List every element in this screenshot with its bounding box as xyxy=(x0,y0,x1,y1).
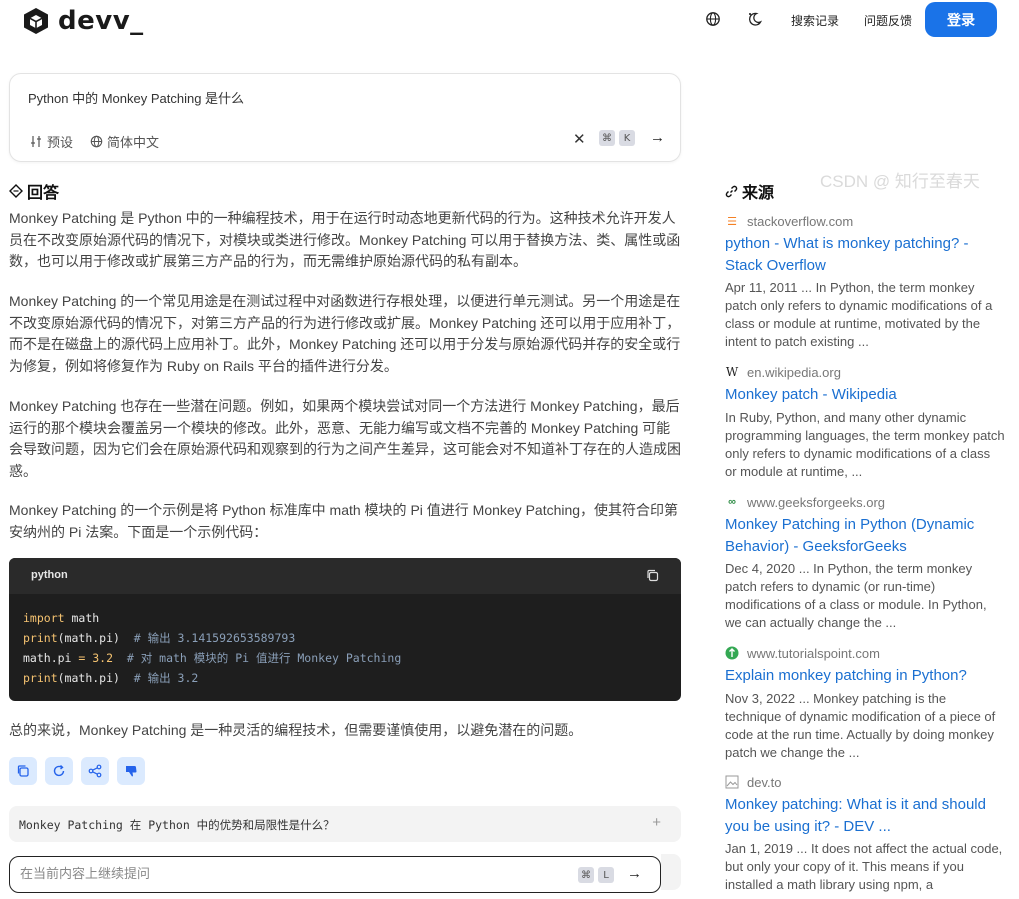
submit-arrow-icon[interactable]: → xyxy=(627,865,642,882)
source-domain: www.geeksforgeeks.org xyxy=(747,494,886,510)
geeksforgeeks-icon: ∞ xyxy=(728,496,736,508)
followup-backdrop xyxy=(661,854,681,890)
query-box: Python 中的 Monkey Patching 是什么 预设 简体中文 ✕ … xyxy=(9,73,681,162)
code-content: import math print(math.pi) # 输出 3.141592… xyxy=(9,594,681,701)
answer-heading-label: 回答 xyxy=(27,185,60,202)
source-title[interactable]: Monkey patch - Wikipedia xyxy=(725,384,1005,406)
source-domain: www.tutorialspoint.com xyxy=(747,645,880,661)
cube-logo-icon xyxy=(24,8,48,34)
query-text[interactable]: Python 中的 Monkey Patching 是什么 xyxy=(28,88,244,107)
code-line: import math xyxy=(23,611,100,625)
stackoverflow-icon: ☰ xyxy=(727,215,737,228)
code-header: python xyxy=(9,558,681,594)
sliders-icon xyxy=(31,136,41,147)
answer-paragraph: Monkey Patching 也存在一些潜在问题。例如，如果两个模块尝试对同一… xyxy=(9,398,681,479)
source-item[interactable]: ∞ www.geeksforgeeks.org Monkey Patching … xyxy=(725,493,1005,632)
source-title[interactable]: python - What is monkey patching? - Stac… xyxy=(725,233,1005,276)
source-snippet: Jan 1, 2019 ... It does not affect the a… xyxy=(725,841,1003,892)
language-button[interactable]: 简体中文 xyxy=(90,132,159,151)
source-snippet: Dec 4, 2020 ... In Python, the term monk… xyxy=(725,561,987,630)
source-item[interactable]: dev.to Monkey patching: What is it and s… xyxy=(725,773,1005,894)
preset-button[interactable]: 预设 xyxy=(30,132,73,151)
code-line: print(math.pi) # 输出 3.141592653589793 xyxy=(23,631,296,645)
language-label: 简体中文 xyxy=(107,135,160,150)
submit-arrow-icon[interactable]: → xyxy=(650,129,665,146)
source-title[interactable]: Monkey Patching in Python (Dynamic Behav… xyxy=(725,514,1005,557)
tutorialspoint-icon xyxy=(725,646,739,660)
answer-summary: 总的来说，Monkey Patching 是一种灵活的编程技术，但需要谨慎使用，… xyxy=(9,722,583,738)
wikipedia-icon: W xyxy=(725,365,739,379)
copy-icon[interactable] xyxy=(646,569,659,582)
source-item[interactable]: ☰ stackoverflow.com python - What is mon… xyxy=(725,212,1005,351)
image-placeholder-icon xyxy=(725,775,739,789)
source-snippet: In Ruby, Python, and many other dynamic … xyxy=(725,409,1005,479)
related-question-text: Monkey Patching 在 Python 中的优势和局限性是什么？ xyxy=(19,818,335,832)
logo[interactable]: devv_ xyxy=(22,6,144,36)
share-icon xyxy=(88,764,102,778)
thumbs-down-button[interactable] xyxy=(117,757,145,785)
answer-paragraph: Monkey Patching 的一个示例是将 Python 标准库中 math… xyxy=(9,502,679,540)
diamond-arrows-icon xyxy=(9,184,23,198)
source-domain: stackoverflow.com xyxy=(747,213,854,229)
preset-label: 预设 xyxy=(47,135,74,150)
source-domain: dev.to xyxy=(747,774,782,790)
kbd-cmd: ⌘ xyxy=(578,867,594,883)
login-button[interactable]: 登录 xyxy=(925,2,997,37)
code-language: python xyxy=(31,569,68,581)
globe-icon[interactable] xyxy=(705,11,721,27)
shortcut-hint: ⌘ L xyxy=(578,867,614,883)
answer-heading: 回答 xyxy=(9,179,59,203)
kbd-k: K xyxy=(619,130,635,146)
regenerate-button[interactable] xyxy=(45,757,73,785)
source-snippet: Nov 3, 2022 ... Monkey patching is the t… xyxy=(725,690,996,760)
answer-paragraph: Monkey Patching 是 Python 中的一种编程技术，用于在运行时… xyxy=(9,210,681,269)
code-line: print(math.pi) # 输出 3.2 xyxy=(23,671,199,685)
shortcut-hint: ⌘ K xyxy=(599,130,635,146)
kbd-cmd: ⌘ xyxy=(599,130,615,146)
followup-box: ⌘ L → xyxy=(9,856,661,893)
refresh-icon xyxy=(53,764,65,777)
copy-answer-button[interactable] xyxy=(9,757,37,785)
source-snippet: Apr 11, 2011 ... In Python, the term mon… xyxy=(725,280,993,349)
copy-icon xyxy=(17,765,29,777)
source-title[interactable]: Explain monkey patching in Python? xyxy=(725,665,1005,687)
related-question[interactable]: Monkey Patching 在 Python 中的优势和局限性是什么？ + xyxy=(9,806,681,842)
followup-input[interactable] xyxy=(20,866,560,881)
answer-paragraph: Monkey Patching 的一个常见用途是在测试过程中对函数进行存根处理，… xyxy=(9,293,681,374)
source-item[interactable]: www.tutorialspoint.com Explain monkey pa… xyxy=(725,644,1005,762)
source-title[interactable]: Monkey patching: What is it and should y… xyxy=(725,794,1005,837)
thumbs-down-icon xyxy=(126,766,137,777)
kbd-l: L xyxy=(598,867,614,883)
sources-heading: 来源 xyxy=(725,179,774,203)
plus-icon[interactable]: + xyxy=(652,814,661,831)
close-icon[interactable]: ✕ xyxy=(573,130,586,148)
theme-toggle-icon[interactable] xyxy=(747,11,763,27)
feedback-link[interactable]: 问题反馈 xyxy=(864,12,912,29)
sources-heading-label: 来源 xyxy=(742,185,775,202)
watermark: CSDN @ 知行至春天 xyxy=(820,172,980,191)
code-line: math.pi = 3.2 # 对 math 模块的 Pi 值进行 Monkey… xyxy=(23,651,402,665)
code-block: python import math print(math.pi) # 输出 3… xyxy=(9,558,681,701)
source-item[interactable]: W en.wikipedia.org Monkey patch - Wikipe… xyxy=(725,363,1005,481)
logo-text: devv_ xyxy=(58,6,144,36)
globe-icon xyxy=(90,135,103,148)
share-button[interactable] xyxy=(81,757,109,785)
link-icon xyxy=(725,185,738,197)
search-history-link[interactable]: 搜索记录 xyxy=(791,12,839,29)
top-header: devv_ 搜索记录 问题反馈 登录 xyxy=(0,0,1019,40)
source-domain: en.wikipedia.org xyxy=(747,364,841,380)
